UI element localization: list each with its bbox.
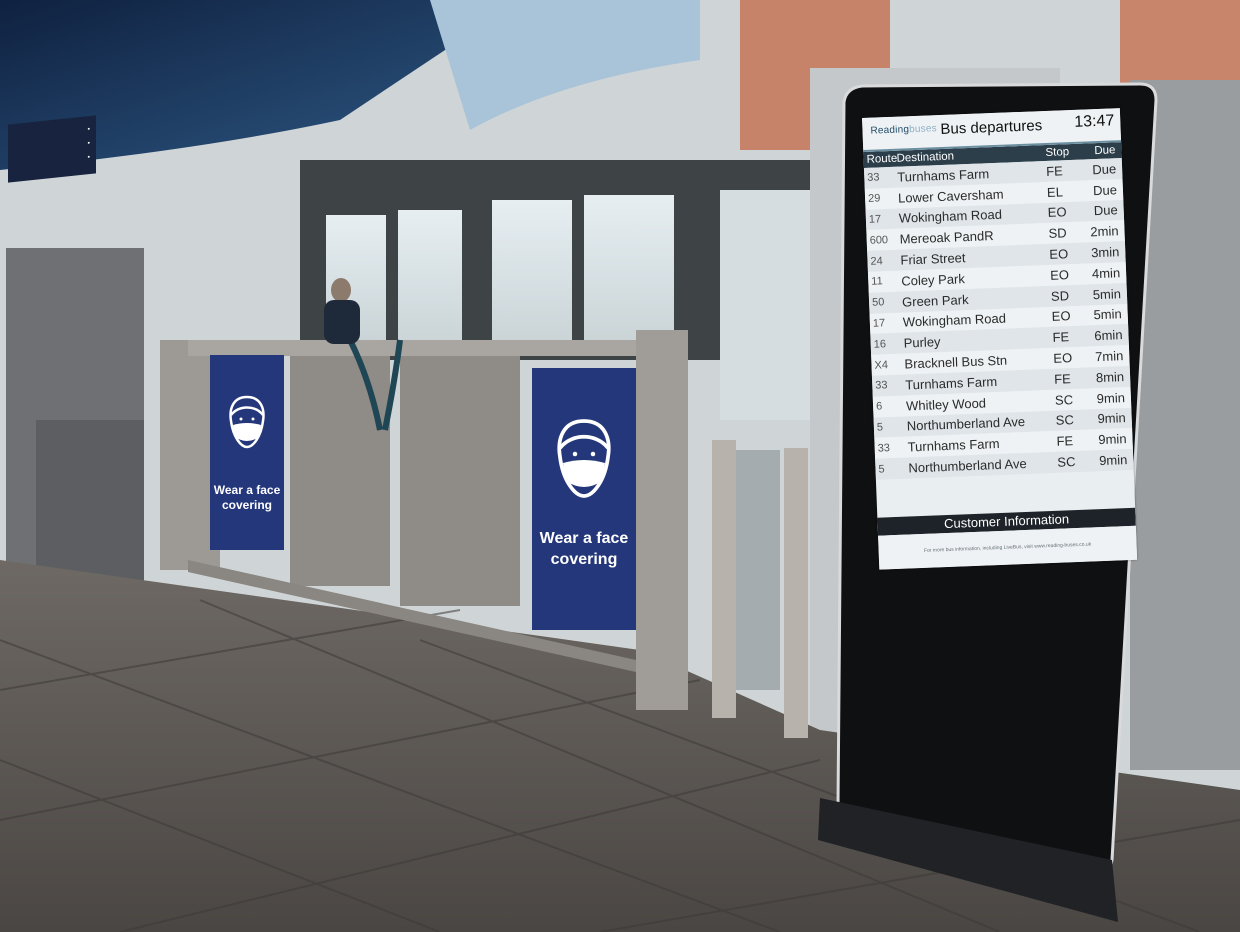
operator-logo: Readingbuses: [870, 123, 937, 137]
due-cell: Due: [1093, 202, 1119, 219]
sign-line: •: [87, 140, 90, 148]
destination-cell: Turnhams Farm: [904, 373, 998, 393]
face-covering-poster: Wear a face covering: [532, 368, 636, 630]
due-cell: Due: [1092, 181, 1118, 198]
stop-cell: SC: [1055, 412, 1075, 429]
stop-cell: FE: [1053, 371, 1072, 387]
route-cell: 33: [875, 379, 888, 393]
poster-caption-line2: covering: [550, 551, 618, 568]
due-cell: 9min: [1098, 431, 1127, 448]
destination-cell: Turnhams Farm: [907, 436, 1000, 455]
destination-cell: Purley: [903, 334, 941, 351]
route-cell: 5: [878, 462, 885, 476]
route-cell: 24: [870, 254, 883, 268]
due-cell: 9min: [1096, 389, 1126, 406]
due-cell: 6min: [1094, 327, 1123, 344]
route-cell: 6: [875, 400, 883, 413]
due-cell: 2min: [1090, 223, 1119, 240]
board-clock: 13:47: [1073, 112, 1115, 131]
due-cell: 3min: [1090, 244, 1120, 261]
route-cell: X4: [874, 358, 889, 372]
destination-cell: Mereoak PandR: [899, 228, 994, 247]
face-mask-icon: [557, 419, 611, 498]
departure-list: 33 Turnhams Farm FE Due 29 Lower Caversham EL D…: [863, 158, 1134, 480]
column-due: Due: [1094, 144, 1116, 158]
due-cell: 9min: [1098, 452, 1128, 469]
logo-text: Reading: [870, 124, 910, 137]
route-cell: 600: [869, 233, 889, 247]
stop-cell: SC: [1057, 454, 1076, 470]
face-mask-icon: [229, 395, 265, 449]
destination-cell: Wokingham Road: [898, 207, 1003, 227]
route-cell: 5: [876, 421, 884, 434]
poster-caption: Wear a face covering: [210, 483, 284, 513]
destination-cell: Wokingham Road: [902, 311, 1007, 331]
route-cell: 33: [867, 171, 880, 185]
poster-caption-line2: covering: [221, 498, 272, 512]
due-cell: 4min: [1091, 265, 1121, 282]
board-title: Bus departures: [940, 117, 1043, 138]
destination-cell: Northumberland Ave: [906, 414, 1026, 434]
stop-cell: EO: [1047, 204, 1067, 221]
route-cell: 29: [867, 192, 881, 206]
destination-cell: Whitley Wood: [905, 395, 987, 414]
destination-cell: Northumberland Ave: [908, 455, 1027, 476]
stop-cell: EL: [1046, 184, 1064, 200]
stop-cell: EO: [1049, 246, 1069, 262]
poster-caption: Wear a face covering: [532, 528, 636, 570]
stop-cell: SD: [1050, 287, 1070, 304]
stop-cell: EO: [1053, 350, 1073, 366]
due-cell: 9min: [1097, 410, 1127, 427]
stop-cell: FE: [1052, 329, 1070, 346]
directional-sign: • • •: [8, 115, 96, 183]
logo-text-secondary: buses: [908, 123, 938, 136]
due-cell: 5min: [1093, 306, 1123, 323]
route-cell: 50: [871, 296, 885, 309]
due-cell: 8min: [1095, 368, 1125, 386]
departure-board: Readingbuses Bus departures 13:47 Route …: [862, 108, 1138, 570]
stop-cell: EO: [1049, 267, 1070, 283]
route-cell: 17: [872, 317, 886, 330]
due-cell: Due: [1092, 161, 1117, 178]
route-cell: 16: [873, 338, 887, 351]
face-covering-poster: Wear a face covering: [210, 355, 284, 550]
poster-caption-line1: Wear a face: [539, 530, 629, 547]
sign-line: •: [87, 126, 90, 134]
stop-cell: EO: [1051, 308, 1071, 325]
route-cell: 17: [868, 213, 882, 226]
destination-cell: Green Park: [901, 291, 969, 310]
stop-cell: SC: [1054, 391, 1074, 408]
due-cell: 5min: [1092, 285, 1122, 302]
destination-cell: Friar Street: [900, 250, 966, 268]
column-route: Route: [866, 152, 898, 166]
stop-cell: SD: [1048, 225, 1067, 242]
destination-cell: Bracknell Bus Stn: [904, 352, 1008, 372]
station-scene: • • • Wear a face covering Wear a face c…: [0, 0, 1240, 932]
destination-cell: Coley Park: [900, 271, 966, 289]
route-cell: 11: [871, 275, 883, 289]
stop-cell: FE: [1056, 433, 1074, 450]
sign-line: •: [87, 154, 90, 162]
destination-cell: Lower Caversham: [897, 186, 1004, 206]
poster-caption-line1: Wear a face: [213, 483, 281, 497]
route-cell: 33: [877, 441, 891, 455]
destination-cell: Turnhams Farm: [897, 166, 990, 185]
column-stop: Stop: [1045, 146, 1070, 159]
due-cell: 7min: [1094, 348, 1124, 365]
stop-cell: FE: [1045, 163, 1064, 179]
